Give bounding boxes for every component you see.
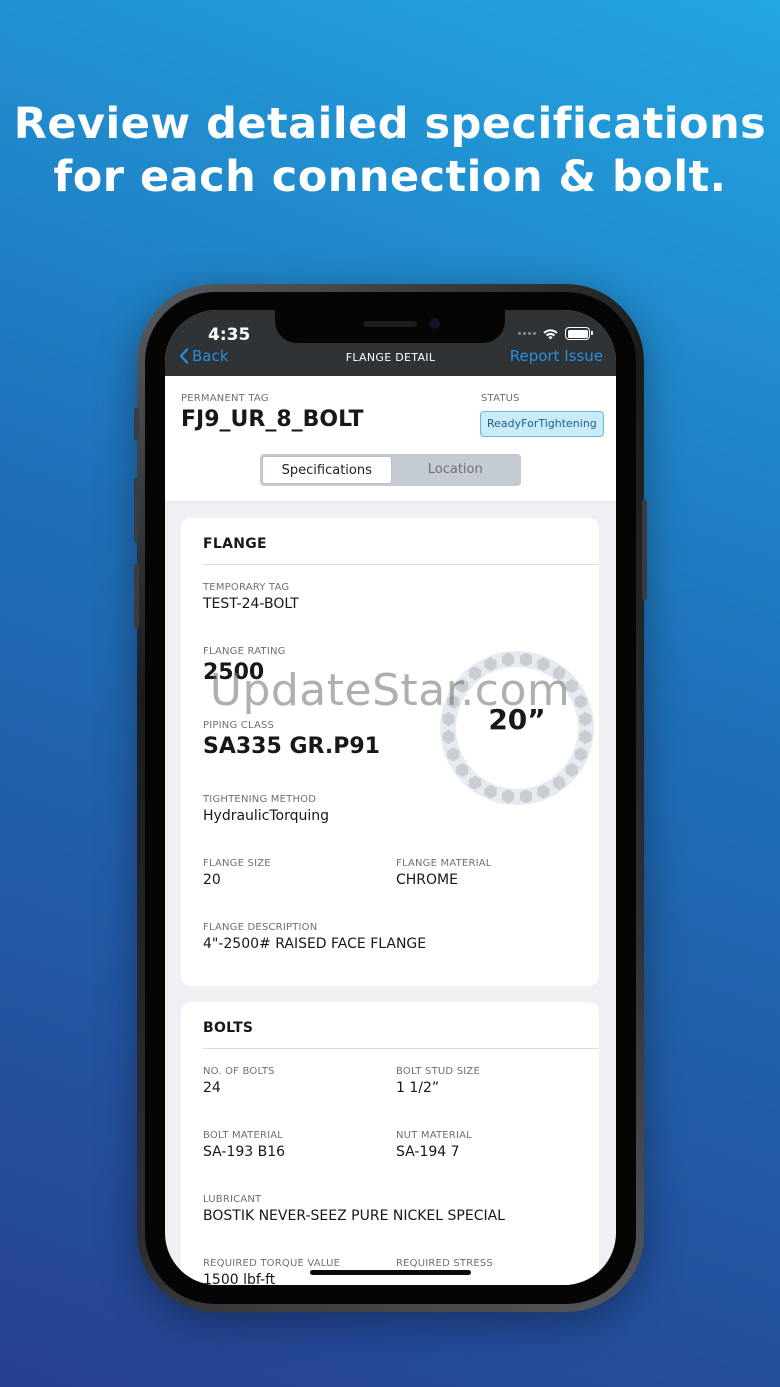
tag-header: PERMANENT TAG FJ9_UR_8_BOLT STATUS Ready… (165, 376, 616, 502)
flange-description-field: FLANGE DESCRIPTION 4"-2500# RAISED FACE … (203, 922, 426, 952)
lubricant-value: BOSTIK NEVER-SEEZ PURE NICKEL SPECIAL (203, 1208, 505, 1224)
tightening-method-field: TIGHTENING METHOD HydraulicTorquing (203, 794, 329, 824)
flange-material-value: CHROME (396, 872, 458, 888)
lubricant-label: LUBRICANT (203, 1194, 262, 1205)
tab-location[interactable]: Location (392, 456, 520, 484)
headline-line-2: for each connection & bolt. (53, 152, 727, 202)
bolt-stud-size-label: BOLT STUD SIZE (396, 1066, 480, 1077)
flange-size-label: FLANGE SIZE (203, 858, 271, 869)
nut-material-label: NUT MATERIAL (396, 1130, 472, 1141)
speaker-grille (363, 321, 417, 327)
flange-rating-label: FLANGE RATING (203, 646, 286, 657)
flange-material-label: FLANGE MATERIAL (396, 858, 492, 869)
status-badge: ReadyForTightening (480, 411, 604, 437)
bolt-count-value: 24 (203, 1080, 221, 1096)
required-torque-label: REQUIRED TORQUE VALUE (203, 1258, 341, 1269)
navigation-bar: 4:35 Back FLANGE DETAIL Report Issue (165, 310, 616, 376)
status-time: 4:35 (208, 325, 251, 345)
piping-class-value: SA335 GR.P91 (203, 734, 380, 759)
temporary-tag-value: TEST-24-BOLT (203, 596, 299, 612)
lubricant-field: LUBRICANT BOSTIK NEVER-SEEZ PURE NICKEL … (203, 1194, 505, 1224)
promo-headline: Review detailed specifications for each … (0, 98, 780, 204)
headline-line-1: Review detailed specifications (13, 99, 767, 149)
flange-section-title: FLANGE (203, 536, 267, 552)
flange-size-field: FLANGE SIZE 20 (203, 858, 271, 888)
flange-divider (203, 564, 599, 565)
report-issue-button[interactable]: Report Issue (510, 347, 603, 365)
bolt-material-value: SA-193 B16 (203, 1144, 286, 1160)
battery-icon (565, 327, 593, 340)
flange-description-label: FLANGE DESCRIPTION (203, 922, 318, 933)
flange-description-value: 4"-2500# RAISED FACE FLANGE (203, 936, 427, 952)
watermark-logo: UpdateStar.com (209, 665, 571, 716)
permanent-tag-label: PERMANENT TAG (181, 393, 269, 404)
flange-size-value: 20 (203, 872, 221, 888)
mute-switch (134, 408, 139, 440)
temporary-tag-field: TEMPORARY TAG TEST-24-BOLT (203, 582, 299, 612)
power-button (642, 500, 647, 600)
bolts-card: BOLTS NO. OF BOLTS 24 BOLT STUD SIZE 1 1… (181, 1002, 599, 1285)
bolts-divider (203, 1048, 599, 1049)
permanent-tag-value: FJ9_UR_8_BOLT (181, 407, 364, 432)
cellular-signal-icon (518, 332, 536, 335)
temporary-tag-label: TEMPORARY TAG (203, 582, 290, 593)
bolts-section-title: BOLTS (203, 1020, 254, 1036)
tightening-method-value: HydraulicTorquing (203, 808, 330, 824)
bolt-count-label: NO. OF BOLTS (203, 1066, 275, 1077)
wifi-icon (543, 328, 558, 339)
piping-class-field: PIPING CLASS SA335 GR.P91 (203, 720, 380, 759)
bolt-count-field: NO. OF BOLTS 24 (203, 1066, 275, 1096)
required-stress-label: REQUIRED STRESS (396, 1258, 493, 1269)
bolt-stud-size-field: BOLT STUD SIZE 1 1/2” (396, 1066, 480, 1096)
piping-class-label: PIPING CLASS (203, 720, 275, 731)
bolt-material-field: BOLT MATERIAL SA-193 B16 (203, 1130, 285, 1160)
nut-material-value: SA-194 7 (396, 1144, 460, 1160)
volume-down-button (134, 564, 139, 628)
bolt-stud-size-value: 1 1/2” (396, 1080, 440, 1096)
phone-notch (275, 310, 505, 343)
nut-material-field: NUT MATERIAL SA-194 7 (396, 1130, 472, 1160)
tightening-method-label: TIGHTENING METHOD (203, 794, 317, 805)
app-screen: 4:35 Back FLANGE DETAIL Report Issue PER… (165, 310, 616, 1285)
bolt-material-label: BOLT MATERIAL (203, 1130, 284, 1141)
tab-specifications[interactable]: Specifications (262, 456, 392, 484)
home-indicator (310, 1270, 471, 1275)
segmented-control: Specifications Location (260, 454, 521, 486)
status-label: STATUS (481, 393, 520, 404)
front-camera (429, 318, 440, 329)
flange-material-field: FLANGE MATERIAL CHROME (396, 858, 492, 888)
status-icons (518, 327, 593, 340)
flange-card: FLANGE TEMPORARY TAG TEST-24-BOLT FLANGE… (181, 518, 599, 986)
volume-up-button (134, 478, 139, 542)
